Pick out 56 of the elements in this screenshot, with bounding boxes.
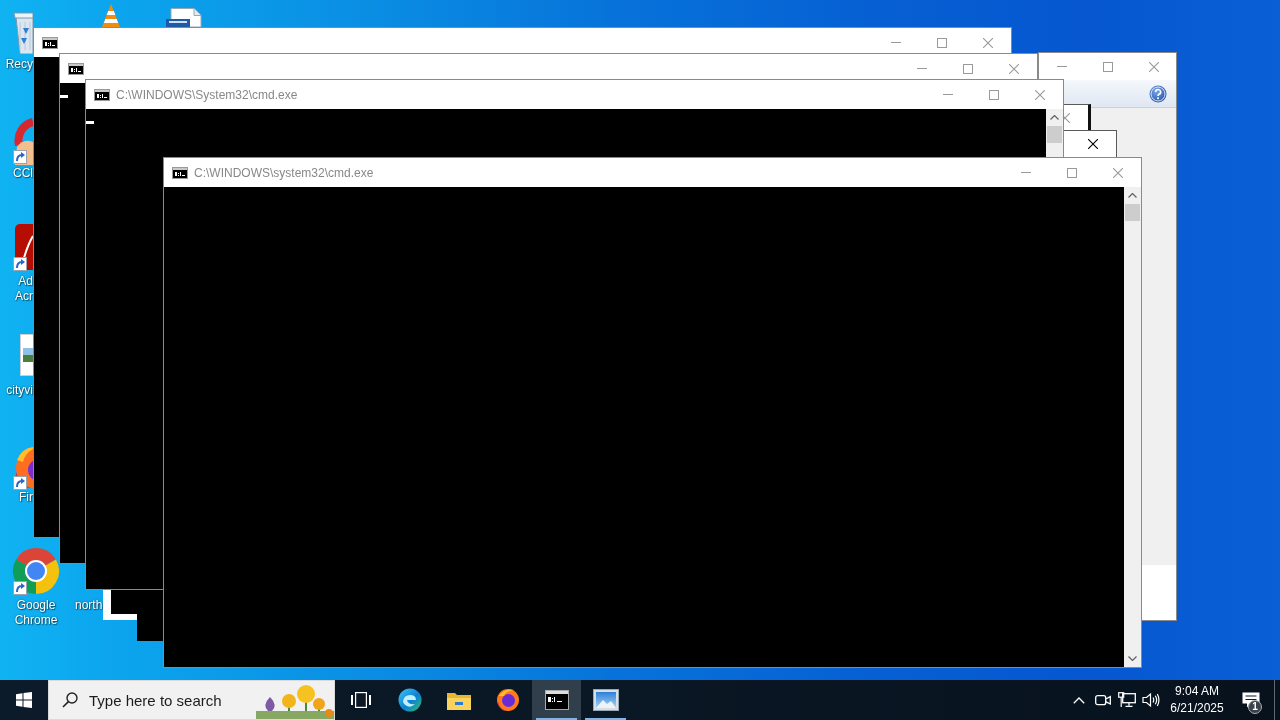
console-icon [94, 88, 110, 101]
desktop-icon-label[interactable]: Recy [5, 57, 33, 72]
scrollbar-thumb[interactable] [1125, 204, 1140, 221]
task-view-icon [350, 692, 371, 708]
edge-icon [397, 688, 422, 712]
close-icon [1035, 89, 1045, 100]
console-icon [68, 62, 84, 75]
close-icon [1149, 61, 1159, 72]
close-icon [1088, 138, 1098, 149]
desktop-icon-label[interactable]: north [75, 598, 103, 613]
chevron-up-icon [1050, 115, 1059, 120]
vertical-scrollbar[interactable] [1124, 187, 1141, 667]
maximize-icon [937, 37, 947, 48]
desktop-icon-label[interactable]: CCl [13, 166, 33, 181]
close-icon [983, 37, 993, 48]
console-icon [544, 690, 569, 710]
picture-icon [592, 689, 619, 711]
desktop-icon-label[interactable]: Ad Acr [15, 274, 33, 304]
chevron-down-icon [1128, 656, 1137, 661]
scrollbar-thumb[interactable] [1047, 126, 1062, 143]
desktop-icon-label[interactable]: Google Chrome [14, 598, 58, 628]
search-field[interactable]: Type here to search [89, 691, 256, 709]
search-icon [62, 692, 78, 708]
help-icon[interactable] [1149, 84, 1167, 103]
windows-logo-icon [16, 692, 32, 708]
video-camera-icon[interactable] [1095, 692, 1111, 708]
desktop-icon-label[interactable]: Fir [19, 490, 33, 505]
chevron-up-icon[interactable] [1073, 696, 1085, 704]
close-icon [1009, 63, 1019, 74]
console-button[interactable] [532, 680, 581, 720]
network-monitor-icon[interactable] [1118, 692, 1136, 708]
close-icon [1113, 167, 1123, 178]
folder-icon [446, 690, 471, 710]
minimize-icon [917, 68, 927, 69]
maximize-icon [963, 63, 973, 74]
maximize-icon [1067, 167, 1077, 178]
notification-count: 1 [1248, 700, 1262, 714]
console-icon [42, 36, 58, 49]
clock-date[interactable]: 6/21/2025 [1170, 700, 1224, 717]
clock-time[interactable]: 9:04 AM [1175, 683, 1219, 700]
minimize-icon [943, 94, 953, 95]
window-title: C:\WINDOWS\System32\cmd.exe [116, 87, 298, 102]
chevron-up-icon [1128, 193, 1137, 198]
image-file-icon[interactable] [20, 334, 33, 376]
maximize-icon [1103, 61, 1113, 72]
minimize-icon [1021, 172, 1031, 173]
console-icon [172, 166, 188, 179]
chrome-icon[interactable] [12, 547, 60, 595]
window-title: C:\WINDOWS\system32\cmd.exe [194, 165, 374, 180]
firefox-icon [495, 688, 520, 712]
maximize-icon [989, 89, 999, 100]
desktop-icon-label[interactable]: cityvi [6, 383, 33, 398]
minimize-icon [1057, 66, 1067, 67]
speaker-icon[interactable] [1142, 692, 1160, 708]
minimize-icon [891, 42, 901, 43]
traffic-cone-icon[interactable] [102, 4, 120, 27]
